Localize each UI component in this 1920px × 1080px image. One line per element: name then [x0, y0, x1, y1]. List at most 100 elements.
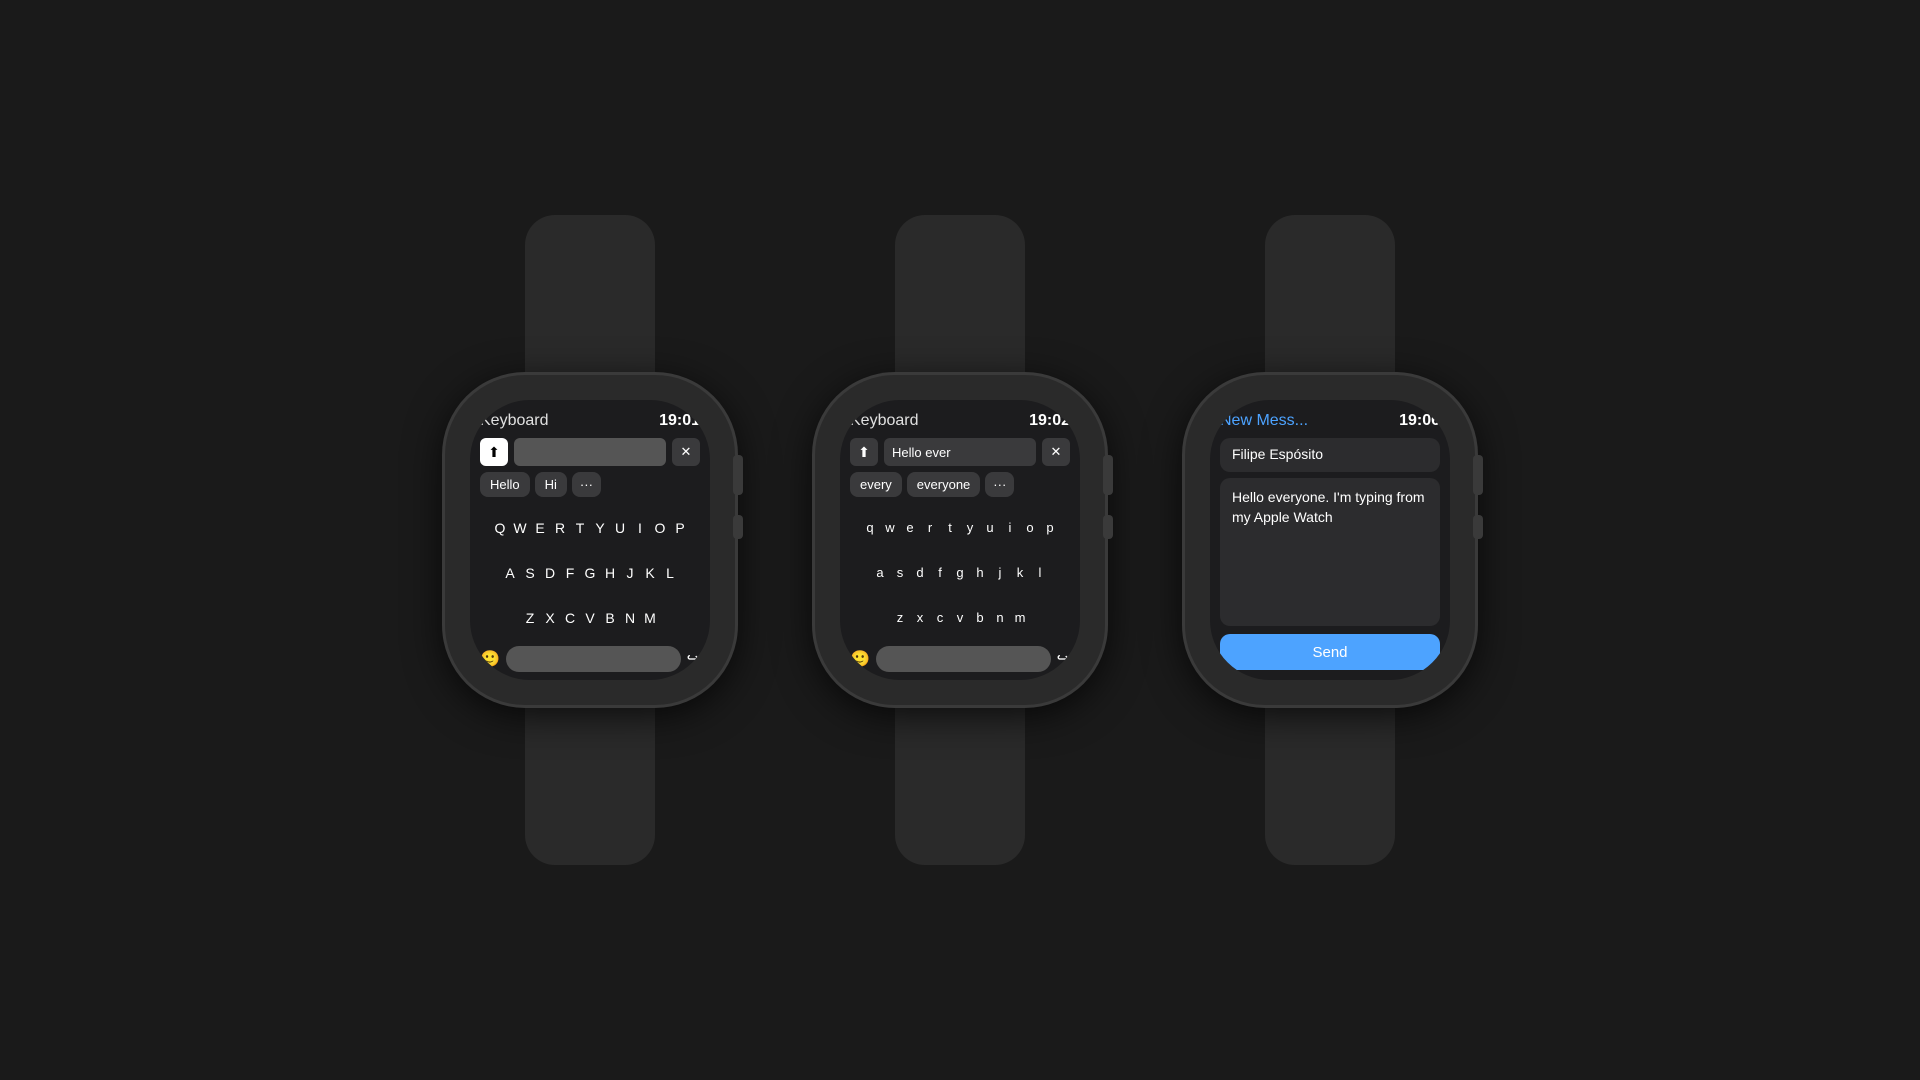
band-top-2 [895, 215, 1025, 375]
watch-body-3: New Mess... 19:06 Filipe Espósito Hello … [1185, 375, 1475, 705]
key-z[interactable]: Z [522, 610, 538, 626]
key-h[interactable]: H [602, 565, 618, 581]
watch-side-button-1 [733, 515, 743, 539]
key2-s[interactable]: s [892, 565, 908, 580]
message-body-3: Hello everyone. I'm typing from my Apple… [1220, 478, 1440, 626]
band-top-3 [1265, 215, 1395, 375]
key-v[interactable]: V [582, 610, 598, 626]
key2-y[interactable]: y [962, 520, 978, 535]
screen-time-1: 19:01 [659, 412, 700, 430]
screen-time-2: 19:02 [1029, 412, 1070, 430]
key-g[interactable]: G [582, 565, 598, 581]
key2-g[interactable]: g [952, 565, 968, 580]
key-a[interactable]: A [502, 565, 518, 581]
key2-a[interactable]: a [872, 565, 888, 580]
key-q[interactable]: Q [492, 520, 508, 536]
key-y[interactable]: Y [592, 520, 608, 536]
suggestion-hi[interactable]: Hi [535, 472, 567, 497]
text-input-1[interactable] [514, 438, 666, 466]
key2-x[interactable]: x [912, 610, 928, 625]
key2-f[interactable]: f [932, 565, 948, 580]
keyboard-2: q w e r t y u i o p a s d [850, 505, 1070, 640]
screen-header-2: Keyboard 19:02 [850, 412, 1070, 430]
key2-v[interactable]: v [952, 610, 968, 625]
suggestion-more-1[interactable]: ··· [572, 472, 601, 497]
watch-1: Keyboard 19:01 ⬆ ✕ Hello Hi ··· [445, 215, 735, 865]
key2-t[interactable]: t [942, 520, 958, 535]
watch-screen-1: Keyboard 19:01 ⬆ ✕ Hello Hi ··· [470, 400, 710, 680]
suggestion-every[interactable]: every [850, 472, 902, 497]
key2-i[interactable]: i [1002, 520, 1018, 535]
key-s[interactable]: S [522, 565, 538, 581]
key2-e[interactable]: e [902, 520, 918, 535]
watch-body-2: Keyboard 19:02 ⬆ Hello ever ✕ every ever… [815, 375, 1105, 705]
send-button-3[interactable]: Send [1220, 634, 1440, 670]
key2-b[interactable]: b [972, 610, 988, 625]
key-f[interactable]: F [562, 565, 578, 581]
key2-r[interactable]: r [922, 520, 938, 535]
key-n[interactable]: N [622, 610, 638, 626]
screen-content-3: New Mess... 19:06 Filipe Espósito Hello … [1210, 400, 1450, 680]
screen-header-3: New Mess... 19:06 [1220, 412, 1440, 430]
suggestion-everyone[interactable]: everyone [907, 472, 980, 497]
suggestion-more-2[interactable]: ··· [985, 472, 1014, 497]
key-d[interactable]: D [542, 565, 558, 581]
screen-title-3: New Mess... [1220, 412, 1308, 430]
send-label-3: Send [1312, 644, 1347, 661]
text-input-2[interactable]: Hello ever [884, 438, 1036, 466]
message-text-3: Hello everyone. I'm typing from my Apple… [1232, 489, 1425, 525]
key-u[interactable]: U [612, 520, 628, 536]
screen-title-1: Keyboard [480, 412, 549, 430]
key-m[interactable]: M [642, 610, 658, 626]
key2-k[interactable]: k [1012, 565, 1028, 580]
key2-j[interactable]: j [992, 565, 1008, 580]
key-j[interactable]: J [622, 565, 638, 581]
key-c[interactable]: C [562, 610, 578, 626]
key-row-2-3: z x c v b n m [850, 610, 1070, 625]
key-p[interactable]: P [672, 520, 688, 536]
key-b[interactable]: B [602, 610, 618, 626]
delete-button-1[interactable]: ✕ [672, 438, 700, 466]
watch-3: New Mess... 19:06 Filipe Espósito Hello … [1185, 215, 1475, 865]
key-row-1-2: A S D F G H J K L [480, 565, 700, 581]
key2-h[interactable]: h [972, 565, 988, 580]
space-bar-2[interactable] [876, 646, 1051, 672]
key2-w[interactable]: w [882, 520, 898, 535]
band-bottom-2 [895, 705, 1025, 865]
space-bar-1[interactable] [506, 646, 681, 672]
key-r[interactable]: R [552, 520, 568, 536]
send-arrow-1[interactable]: ↪ [687, 649, 700, 669]
key-o[interactable]: O [652, 520, 668, 536]
key2-p[interactable]: p [1042, 520, 1058, 535]
suggestion-hello[interactable]: Hello [480, 472, 530, 497]
key2-l[interactable]: l [1032, 565, 1048, 580]
key2-m[interactable]: m [1012, 610, 1028, 625]
key2-z[interactable]: z [892, 610, 908, 625]
bottom-bar-1: 🙂 ↪ [480, 646, 700, 672]
delete-button-2[interactable]: ✕ [1042, 438, 1070, 466]
key-w[interactable]: W [512, 520, 528, 536]
key2-o[interactable]: o [1022, 520, 1038, 535]
emoji-button-1[interactable]: 🙂 [480, 649, 500, 669]
shift-button-1[interactable]: ⬆ [480, 438, 508, 466]
key-i[interactable]: I [632, 520, 648, 536]
send-arrow-2[interactable]: ↪ [1057, 649, 1070, 669]
suggestions-row-2: every everyone ··· [850, 472, 1070, 497]
shift-button-2[interactable]: ⬆ [850, 438, 878, 466]
emoji-button-2[interactable]: 🙂 [850, 649, 870, 669]
contact-name-3: Filipe Espósito [1232, 446, 1323, 462]
band-bottom-3 [1265, 705, 1395, 865]
key2-d[interactable]: d [912, 565, 928, 580]
key-t[interactable]: T [572, 520, 588, 536]
key-k[interactable]: K [642, 565, 658, 581]
key2-c[interactable]: c [932, 610, 948, 625]
key2-n[interactable]: n [992, 610, 1008, 625]
key-x[interactable]: X [542, 610, 558, 626]
bottom-bar-2: 🙂 ↪ [850, 646, 1070, 672]
key-e[interactable]: E [532, 520, 548, 536]
key2-u[interactable]: u [982, 520, 998, 535]
key2-q[interactable]: q [862, 520, 878, 535]
band-bottom-1 [525, 705, 655, 865]
key-l[interactable]: L [662, 565, 678, 581]
contact-field-3: Filipe Espósito [1220, 438, 1440, 472]
